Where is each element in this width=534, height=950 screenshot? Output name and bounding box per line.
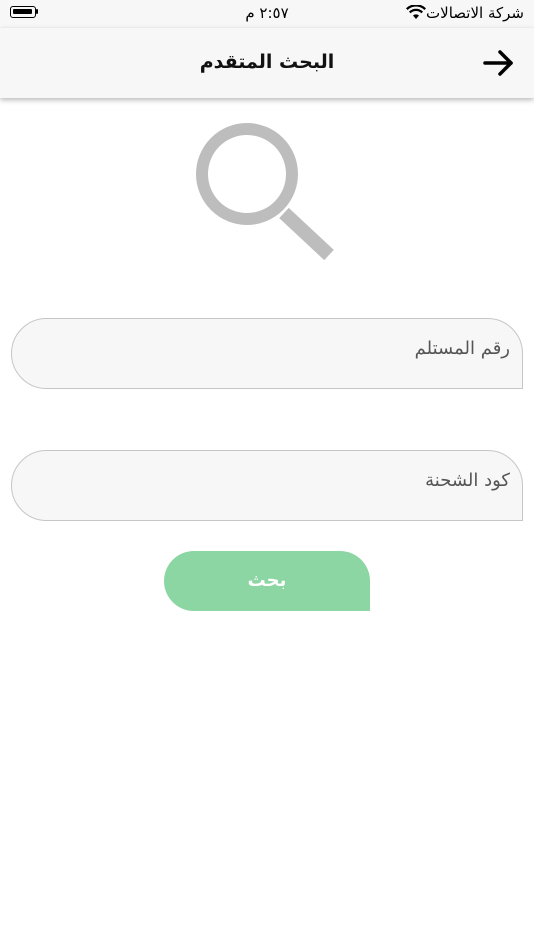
page-title: البحث المتقدم (199, 51, 335, 73)
search-button[interactable]: بحث (164, 551, 370, 611)
header-bar: البحث المتقدم (0, 28, 534, 98)
shipment-code-field[interactable] (11, 450, 523, 521)
search-icon (196, 123, 334, 261)
back-arrow-icon[interactable] (482, 48, 516, 78)
wifi-icon (406, 5, 426, 19)
recipient-number-input[interactable] (26, 319, 512, 377)
carrier-name: شركة الاتصالات (426, 4, 524, 22)
shipment-code-input[interactable] (26, 451, 512, 509)
status-bar: ٢:٥٧ م شركة الاتصالات (0, 0, 534, 28)
recipient-number-field[interactable] (11, 318, 523, 389)
